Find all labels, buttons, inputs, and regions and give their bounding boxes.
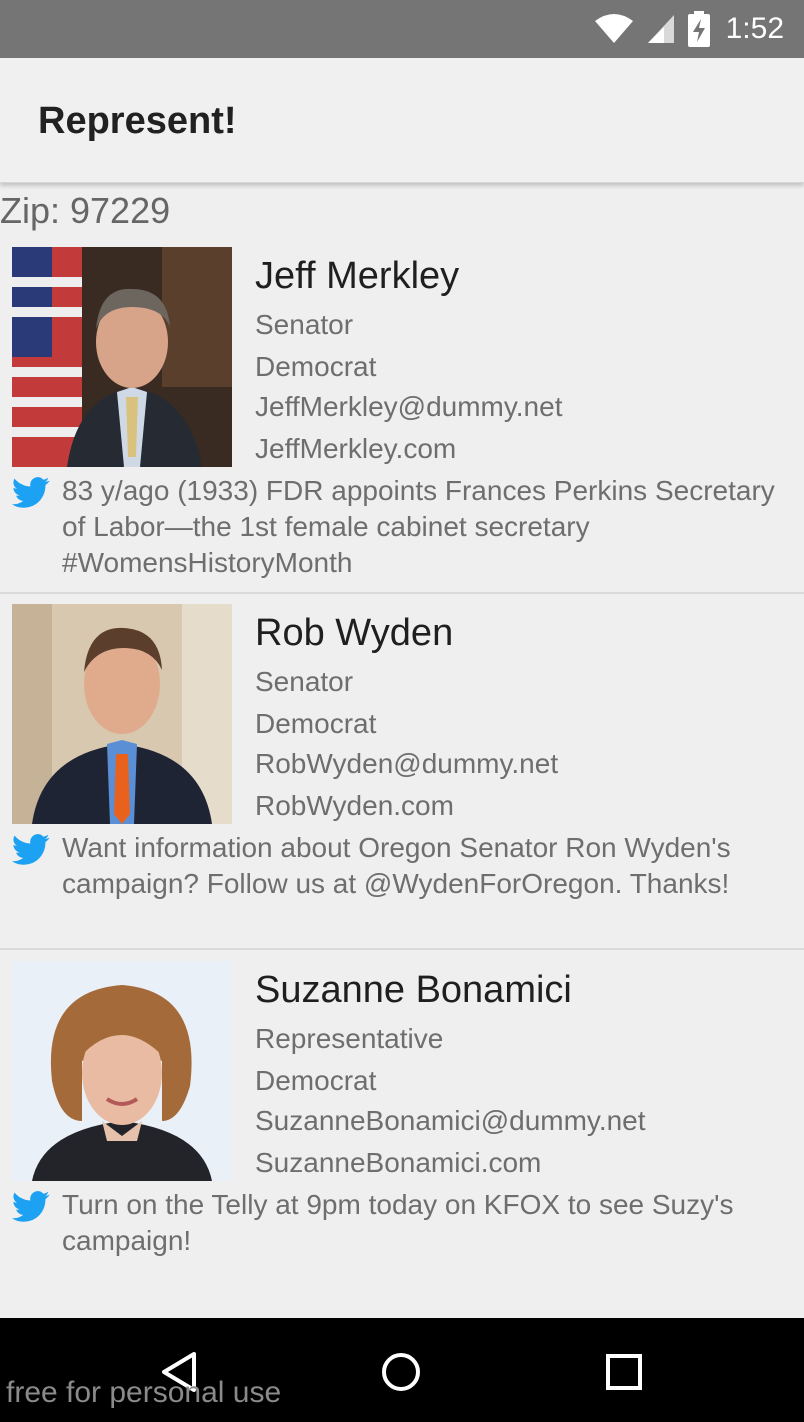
wifi-icon: [594, 14, 633, 43]
rep-tweet: 83 y/ago (1933) FDR appoints Frances Per…: [62, 475, 775, 578]
rep-email[interactable]: SuzanneBonamici@dummy.net: [255, 1105, 646, 1137]
rep-name: Jeff Merkley: [255, 255, 460, 297]
twitter-bird-icon: [12, 1191, 50, 1222]
watermark-text: free for personal use: [6, 1376, 282, 1409]
rep-party: Democrat: [255, 1065, 377, 1096]
rep-tweet: Want information about Oregon Senator Ro…: [62, 832, 731, 899]
recents-icon[interactable]: [600, 1348, 648, 1396]
rep-photo: [12, 961, 232, 1181]
rep-party: Democrat: [255, 708, 377, 739]
twitter-bird-icon: [12, 834, 50, 865]
rep-party: Democrat: [255, 351, 377, 382]
rep-title: Representative: [255, 1023, 444, 1054]
rep-title: Senator: [255, 309, 354, 340]
rep-website[interactable]: JeffMerkley.com: [255, 433, 456, 465]
app-bar: Represent!: [0, 58, 804, 183]
rep-card[interactable]: Suzanne Bonamici Representative Democrat…: [0, 961, 804, 1271]
rep-website[interactable]: RobWyden.com: [255, 790, 454, 822]
rep-photo: [12, 604, 232, 824]
rep-tweet: Turn on the Telly at 9pm today on KFOX t…: [62, 1189, 734, 1256]
status-icons: 1:52: [594, 0, 784, 58]
app-title: Represent!: [38, 100, 237, 142]
zip-label: Zip: 97229: [0, 190, 171, 231]
rep-email[interactable]: JeffMerkley@dummy.net: [255, 391, 562, 423]
rep-title: Senator: [255, 666, 354, 697]
rep-photo: [12, 247, 232, 467]
rep-name: Suzanne Bonamici: [255, 969, 572, 1011]
rep-name: Rob Wyden: [255, 612, 454, 654]
clock-time: 1:52: [725, 12, 784, 45]
rep-card[interactable]: Jeff Merkley Senator Democrat JeffMerkle…: [0, 247, 804, 594]
signal-icon: [647, 15, 674, 43]
rep-website[interactable]: SuzanneBonamici.com: [255, 1147, 541, 1179]
rep-card[interactable]: Rob Wyden Senator Democrat RobWyden@dumm…: [0, 604, 804, 950]
battery-charging-icon: [687, 11, 710, 47]
rep-email[interactable]: RobWyden@dummy.net: [255, 748, 558, 780]
twitter-bird-icon: [12, 477, 50, 508]
home-icon[interactable]: [377, 1348, 425, 1396]
status-bar: 1:52: [0, 0, 804, 58]
